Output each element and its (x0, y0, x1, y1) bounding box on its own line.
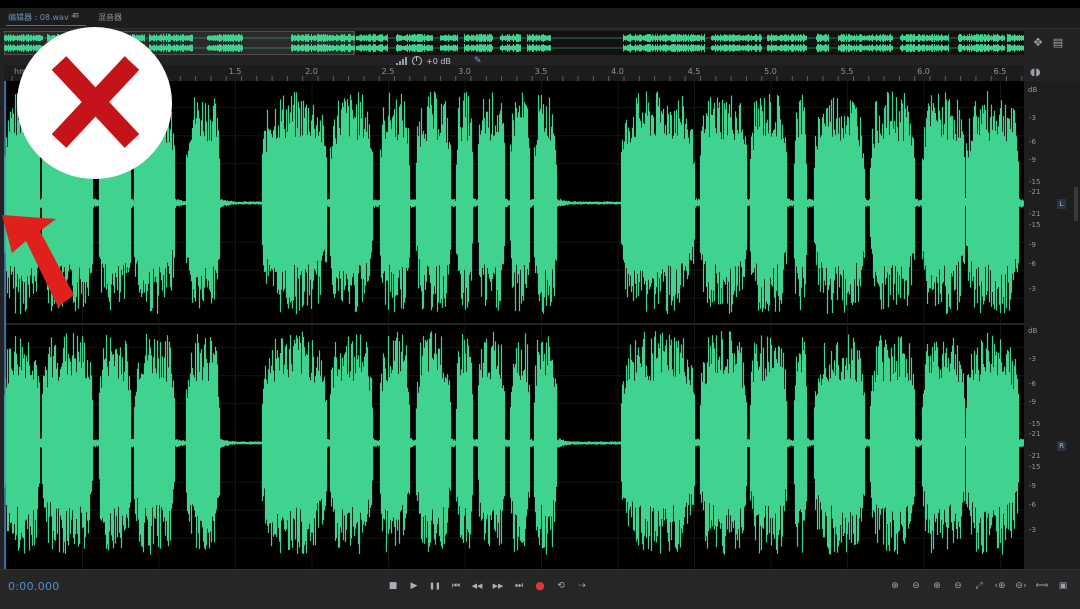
zoom-in-amplitude-button[interactable]: ⊕ (886, 578, 904, 594)
active-tab-indicator (6, 25, 86, 26)
channel-right-badge[interactable]: R (1057, 441, 1066, 451)
go-to-end-button[interactable]: ⏭ (511, 578, 527, 594)
panel-options-icon[interactable]: ▤ (1051, 36, 1065, 50)
db-scale-label: -15 (1029, 221, 1041, 229)
ruler-tick-label: 4.5 (687, 67, 701, 76)
db-scale-label: -21 (1029, 188, 1041, 196)
channel-left-badge[interactable]: L (1057, 199, 1066, 209)
tab-editor[interactable]: 编辑器 : 08.wav * (8, 12, 75, 23)
record-button[interactable]: ● (532, 578, 548, 594)
db-scale-label: -21 (1029, 430, 1041, 438)
db-scale-label: -15 (1029, 420, 1041, 428)
skip-selection-button[interactable]: ⇢ (574, 578, 590, 594)
ruler-tick-label: 6.5 (993, 67, 1007, 76)
db-scale-label: -3 (1029, 355, 1036, 363)
db-scale-label: -3 (1029, 526, 1036, 534)
vertical-scrollbar[interactable] (1074, 187, 1078, 221)
db-scale-label: -6 (1029, 380, 1036, 388)
db-scale: dB dB -3 -6 -9 -15 -21 -21 -15 -9 -6 -3 -3 -6 -9 -15 -… (1024, 81, 1080, 569)
zoom-fit-button[interactable]: ⟺ (1033, 578, 1051, 594)
db-scale-label: -3 (1029, 285, 1036, 293)
db-scale-label: -6 (1029, 260, 1036, 268)
panel-menu-icon[interactable]: ≡ (72, 11, 80, 21)
zoom-out-right-button[interactable]: ⊖› (1012, 578, 1030, 594)
db-scale-label: -6 (1029, 138, 1036, 146)
top-strip (0, 0, 1080, 8)
db-scale-label: -9 (1029, 398, 1036, 406)
zoom-out-amplitude-button[interactable]: ⊖ (907, 578, 925, 594)
audio-editor-window: 编辑器 : 08.wav * ≡ 混音器 ✥ ▤ +0 dB ✎ hms 1.5… (0, 0, 1080, 609)
ruler-tick-label: 5.0 (764, 67, 777, 76)
db-scale-label: -9 (1029, 156, 1036, 164)
db-scale-label: -6 (1029, 501, 1036, 509)
ruler-tick-label: 3.0 (458, 67, 471, 76)
db-scale-label: -15 (1029, 463, 1041, 471)
ruler-tick-label: 2.0 (305, 67, 318, 76)
ruler-tick-label: 4.0 (611, 67, 624, 76)
fast-forward-button[interactable]: ▶▶ (490, 578, 506, 594)
headphones-icon[interactable]: ◖◗ (1030, 67, 1041, 78)
zoom-selection-button[interactable]: ▣ (1054, 578, 1072, 594)
panel-tab-bar: 编辑器 : 08.wav * ≡ 混音器 (0, 8, 1080, 29)
zoom-out-time-button[interactable]: ⊖ (949, 578, 967, 594)
pause-button[interactable]: ❚❚ (427, 578, 443, 594)
rewind-button[interactable]: ◀◀ (469, 578, 485, 594)
wrong-mark-badge (17, 27, 172, 179)
current-time-display[interactable]: 0:00.000 (8, 580, 60, 593)
db-scale-label: -15 (1029, 178, 1041, 186)
ruler-tick-label: 1.5 (228, 67, 242, 76)
ruler-tick-label: 2.5 (381, 67, 395, 76)
zoom-in-left-button[interactable]: ‹⊕ (991, 578, 1009, 594)
db-scale-label: -9 (1029, 482, 1036, 490)
db-unit-bottom: dB (1028, 327, 1038, 335)
red-x-icon (51, 56, 140, 148)
db-scale-label: -3 (1029, 114, 1036, 122)
ruler-tick-label: 3.5 (534, 67, 548, 76)
stop-button[interactable]: ■ (385, 578, 401, 594)
zoom-navigator-icon[interactable]: ✥ (1031, 36, 1045, 50)
tab-mixer[interactable]: 混音器 (98, 12, 122, 23)
ruler-tick-label: 6.0 (917, 67, 930, 76)
ruler-tick-label: 5.5 (840, 67, 854, 76)
red-arrow-icon (0, 195, 80, 315)
db-scale-label: -21 (1029, 452, 1041, 460)
go-to-start-button[interactable]: ⏮ (448, 578, 464, 594)
play-button[interactable]: ▶ (406, 578, 422, 594)
db-unit-top: dB (1028, 86, 1038, 94)
zoom-full-button[interactable]: ⤢ (970, 578, 988, 594)
db-scale-label: -21 (1029, 210, 1041, 218)
zoom-in-time-button[interactable]: ⊕ (928, 578, 946, 594)
loop-button[interactable]: ⟲ (553, 578, 569, 594)
db-scale-label: -9 (1029, 241, 1036, 249)
